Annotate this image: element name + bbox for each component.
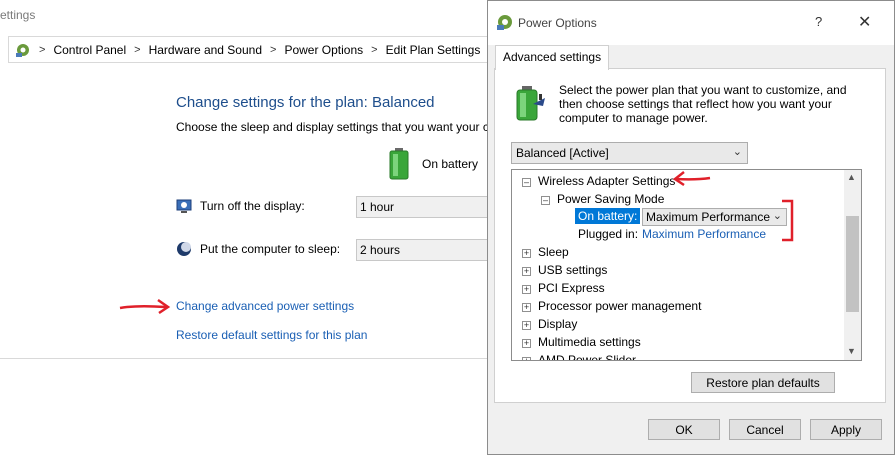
tab-strip: Advanced settings	[495, 45, 885, 70]
window-title: ettings	[0, 8, 36, 22]
ok-button[interactable]: OK	[648, 419, 720, 440]
plugged-in-value[interactable]: Maximum Performance	[642, 227, 766, 241]
on-battery-mode-select[interactable]: Maximum Performance ⌄	[642, 208, 787, 226]
breadcrumb-chevron-icon: >	[270, 43, 277, 56]
battery-icon	[389, 148, 409, 180]
help-icon[interactable]: ?	[815, 14, 822, 29]
breadcrumb-edit-plan[interactable]: Edit Plan Settings	[386, 43, 481, 57]
battery-plug-icon	[516, 86, 545, 121]
sleep-label: Put the computer to sleep:	[200, 242, 341, 256]
breadcrumb-chevron-icon: >	[134, 43, 141, 56]
power-options-icon	[497, 15, 512, 30]
scroll-thumb[interactable]	[846, 216, 859, 312]
collapse-icon[interactable]: –	[541, 196, 550, 205]
collapse-icon[interactable]: –	[522, 178, 531, 187]
on-battery-mode-value: Maximum Performance	[646, 210, 771, 224]
tree-item-pci-express[interactable]: PCI Express	[538, 281, 605, 295]
expand-icon[interactable]: +	[522, 267, 531, 276]
page-title: Change settings for the plan: Balanced	[176, 94, 435, 111]
breadcrumb-power-options[interactable]: Power Options	[284, 43, 363, 57]
restore-defaults-link[interactable]: Restore default settings for this plan	[176, 328, 367, 342]
expand-icon[interactable]: +	[522, 249, 531, 258]
scroll-down-icon[interactable]: ▼	[847, 346, 856, 356]
power-plan-select-value: Balanced [Active]	[516, 146, 609, 160]
cancel-button[interactable]: Cancel	[729, 419, 801, 440]
on-battery-column-header: On battery	[422, 157, 479, 171]
restore-plan-defaults-button[interactable]: Restore plan defaults	[691, 372, 835, 393]
tree-scrollbar[interactable]: ▲ ▼	[844, 170, 861, 360]
divider	[0, 358, 490, 359]
address-bar[interactable]: > Control Panel > Hardware and Sound > P…	[8, 36, 495, 63]
dialog-titlebar[interactable]: Power Options ? ✕	[488, 1, 894, 45]
expand-icon[interactable]: +	[522, 285, 531, 294]
tree-item-sleep[interactable]: Sleep	[538, 245, 569, 259]
red-arrow-annotation	[672, 171, 711, 187]
display-timeout-select[interactable]: 1 hour	[356, 196, 490, 218]
tree-item-power-saving-mode[interactable]: Power Saving Mode	[557, 192, 664, 206]
chevron-down-icon: ⌄	[732, 146, 742, 158]
control-panel-icon	[16, 43, 29, 57]
display-icon	[176, 199, 192, 213]
power-plan-select[interactable]: Balanced [Active] ⌄	[511, 142, 748, 164]
tree-item-usb[interactable]: USB settings	[538, 263, 607, 277]
red-arrow-annotation	[119, 298, 171, 315]
dialog-title: Power Options	[518, 16, 597, 30]
tree-item-display[interactable]: Display	[538, 317, 577, 331]
settings-tree[interactable]: – Wireless Adapter Settings – Power Savi…	[511, 169, 862, 361]
page-subtitle: Choose the sleep and display settings th…	[176, 120, 488, 134]
tree-item-processor[interactable]: Processor power management	[538, 299, 701, 313]
expand-icon[interactable]: +	[522, 339, 531, 348]
breadcrumb-chevron-icon: >	[371, 43, 378, 56]
panel-description: Select the power plan that you want to c…	[559, 83, 847, 125]
sleep-moon-icon	[177, 242, 191, 256]
scroll-up-icon[interactable]: ▲	[847, 172, 856, 182]
on-battery-label: On battery:	[575, 208, 641, 224]
turn-off-display-label: Turn off the display:	[200, 199, 305, 213]
plugged-in-label: Plugged in:	[578, 227, 639, 241]
sleep-timeout-select[interactable]: 2 hours	[356, 239, 490, 261]
tree-item-wireless-adapter[interactable]: Wireless Adapter Settings	[538, 174, 675, 188]
apply-button[interactable]: Apply	[810, 419, 882, 440]
breadcrumb-control-panel[interactable]: Control Panel	[53, 43, 126, 57]
change-advanced-settings-link[interactable]: Change advanced power settings	[176, 299, 354, 313]
tree-item-amd-power-slider[interactable]: AMD Power Slider	[538, 353, 636, 360]
expand-icon[interactable]: +	[522, 357, 531, 360]
breadcrumb-hardware-sound[interactable]: Hardware and Sound	[149, 43, 262, 57]
tree-item-multimedia[interactable]: Multimedia settings	[538, 335, 641, 349]
red-bracket-annotation	[782, 199, 794, 242]
close-icon[interactable]: ✕	[858, 12, 871, 32]
expand-icon[interactable]: +	[522, 321, 531, 330]
breadcrumb-chevron-icon: >	[39, 43, 46, 56]
expand-icon[interactable]: +	[522, 303, 531, 312]
tab-advanced-settings[interactable]: Advanced settings	[495, 45, 610, 70]
